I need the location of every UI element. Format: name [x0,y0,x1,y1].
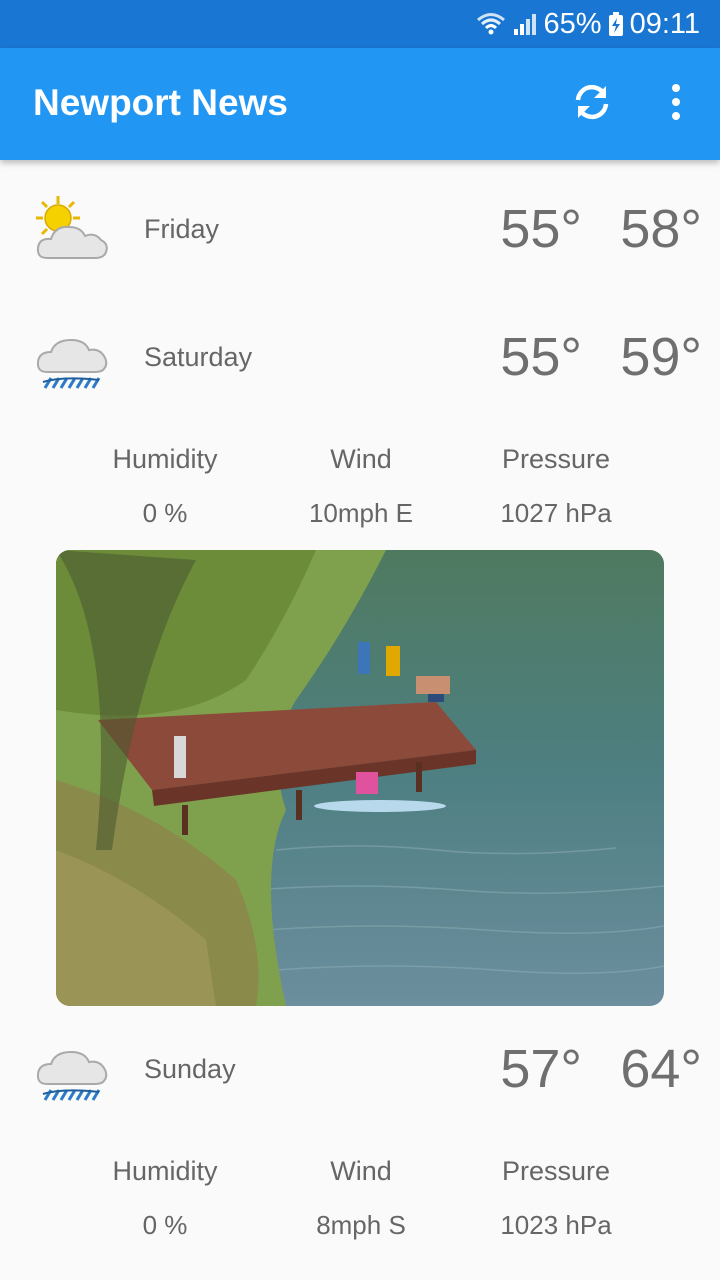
wind-value: 8mph S [316,1210,406,1240]
battery-charging-icon [608,12,623,36]
details-sunday: Humidity 0 % Wind 8mph S Pressure 1023 h… [0,1154,720,1264]
more-options-button[interactable] [652,74,700,130]
refresh-button[interactable] [564,74,620,130]
details-saturday: Humidity 0 % Wind 10mph E Pressure 1027 … [0,442,720,552]
pressure-value: 1027 hPa [500,498,612,528]
app-bar: Newport News [0,48,720,160]
humidity-label: Humidity [112,444,218,474]
temp-high: 59° [620,327,702,387]
pressure-detail: Pressure 1023 hPa [456,1154,656,1242]
forecast-row-friday[interactable]: Friday 55° 58° [0,172,720,292]
signal-icon [513,14,536,35]
refresh-icon [575,84,609,120]
wind-label: Wind [330,1156,392,1186]
day-name: Sunday [144,1054,236,1084]
pressure-label: Pressure [501,444,611,474]
status-bar: 65% 09:11 [0,0,720,48]
pressure-value: 1023 hPa [500,1210,612,1240]
wind-label: Wind [330,444,392,474]
rain-icon [33,1034,111,1106]
humidity-value: 0 % [142,1210,188,1240]
more-vert-icon [672,84,680,120]
pressure-label: Pressure [501,1156,611,1186]
humidity-value: 0 % [142,498,188,528]
wind-detail: Wind 10mph E [261,442,461,530]
partly-cloudy-icon [33,194,111,266]
pressure-detail: Pressure 1027 hPa [456,442,656,530]
wifi-icon [476,13,505,35]
wind-detail: Wind 8mph S [261,1154,461,1242]
lake-dock-photo [56,550,664,1006]
day-name: Friday [144,214,220,244]
temp-low: 55° [500,327,582,387]
humidity-detail: Humidity 0 % [65,1154,265,1242]
forecast-row-sunday[interactable]: Sunday 57° 64° [0,1012,720,1132]
clock: 09:11 [629,7,700,40]
status-icons: 65% 09:11 [476,8,700,40]
temp-high: 64° [620,1039,702,1099]
temp-low: 55° [500,199,582,259]
wind-value: 10mph E [308,498,414,528]
humidity-detail: Humidity 0 % [65,442,265,530]
rain-icon [33,322,111,394]
day-name: Saturday [144,342,253,372]
forecast-row-saturday[interactable]: Saturday 55° 59° [0,300,720,420]
app-title: Newport News [33,82,288,123]
humidity-label: Humidity [112,1156,218,1186]
temp-low: 57° [500,1039,582,1099]
battery-percent: 65% [543,7,602,40]
temp-high: 58° [620,199,702,259]
